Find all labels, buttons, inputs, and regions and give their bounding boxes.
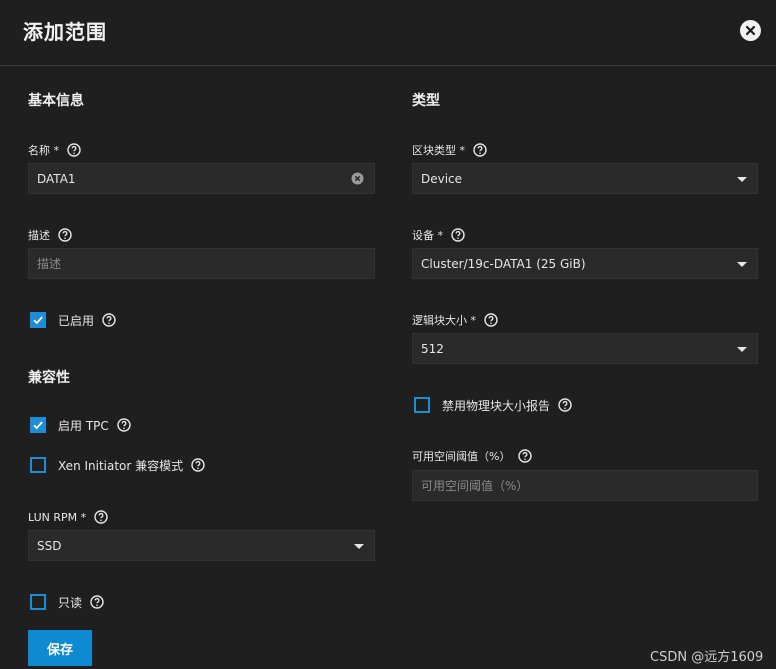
help-icon[interactable] <box>558 398 572 412</box>
name-field[interactable] <box>28 163 375 194</box>
xen-option[interactable]: Xen Initiator 兼容模式 <box>30 456 205 474</box>
logical-block-size-field-label: 逻辑块大小 * <box>412 312 498 328</box>
available-space-threshold-label-text: 可用空间阈值（%） <box>412 450 511 463</box>
extent-type-label-text: 区块类型 * <box>412 144 465 157</box>
help-icon[interactable] <box>94 510 108 524</box>
device-select[interactable]: Cluster/19c-DATA1 (25 GiB) <box>412 248 758 279</box>
name-field-label: 名称 * <box>28 142 81 158</box>
dialog-header: 添加范围 <box>0 0 776 66</box>
enabled-label: 已启用 <box>58 313 95 328</box>
help-icon[interactable] <box>102 313 116 327</box>
lun-rpm-label-text: LUN RPM * <box>28 510 87 524</box>
help-icon[interactable] <box>191 458 205 472</box>
enabled-option[interactable]: 已启用 <box>30 311 116 329</box>
enabled-checkbox[interactable] <box>30 312 46 328</box>
lun-rpm-select[interactable]: SSD <box>28 530 375 561</box>
extent-type-value: Device <box>421 172 463 186</box>
clear-icon[interactable] <box>351 172 364 185</box>
logical-block-size-select[interactable]: 512 <box>412 333 758 364</box>
compat-section-title: 兼容性 <box>28 370 70 386</box>
type-section-title: 类型 <box>412 93 440 109</box>
available-space-threshold-field[interactable] <box>412 470 758 501</box>
caret-down-icon <box>737 177 747 182</box>
disable-physical-block-label: 禁用物理块大小报告 <box>442 398 551 413</box>
readonly-option[interactable]: 只读 <box>30 593 104 611</box>
add-extent-dialog: 添加范围 基本信息 名称 * 描述 已启用 <box>0 0 776 669</box>
logical-block-size-label-text: 逻辑块大小 * <box>412 314 476 327</box>
available-space-threshold-input[interactable] <box>413 471 757 500</box>
dialog-title: 添加范围 <box>23 20 107 44</box>
logical-block-size-value: 512 <box>421 342 444 356</box>
help-icon[interactable] <box>451 228 465 242</box>
tpc-checkbox[interactable] <box>30 417 46 433</box>
caret-down-icon <box>354 544 364 549</box>
save-button[interactable]: 保存 <box>28 630 92 666</box>
help-icon[interactable] <box>518 449 533 463</box>
help-icon[interactable] <box>67 143 81 157</box>
help-icon[interactable] <box>473 143 487 157</box>
description-label-text: 描述 <box>28 229 50 242</box>
basic-info-section-title: 基本信息 <box>28 93 84 109</box>
disable-physical-block-option[interactable]: 禁用物理块大小报告 <box>414 396 572 414</box>
device-field-label: 设备 * <box>412 227 465 243</box>
tpc-label: 启用 TPC <box>58 418 109 433</box>
available-space-threshold-field-label: 可用空间阈值（%） <box>412 448 533 464</box>
readonly-label: 只读 <box>58 595 83 610</box>
device-label-text: 设备 * <box>412 229 443 242</box>
caret-down-icon <box>737 347 747 352</box>
xen-label: Xen Initiator 兼容模式 <box>58 458 184 473</box>
tpc-option[interactable]: 启用 TPC <box>30 416 131 434</box>
description-field[interactable] <box>28 248 375 279</box>
lun-rpm-value: SSD <box>37 539 62 553</box>
help-icon[interactable] <box>58 228 72 242</box>
disable-physical-block-checkbox[interactable] <box>414 397 430 413</box>
name-input[interactable] <box>29 164 374 193</box>
device-value: Cluster/19c-DATA1 (25 GiB) <box>421 257 586 271</box>
watermark: CSDN @远方1609 <box>650 650 764 665</box>
extent-type-field-label: 区块类型 * <box>412 142 487 158</box>
lun-rpm-field-label: LUN RPM * <box>28 510 108 524</box>
help-icon[interactable] <box>117 418 131 432</box>
extent-type-select[interactable]: Device <box>412 163 758 194</box>
readonly-checkbox[interactable] <box>30 594 46 610</box>
description-field-label: 描述 <box>28 227 72 243</box>
description-input[interactable] <box>29 249 374 278</box>
name-label-text: 名称 * <box>28 144 59 157</box>
help-icon[interactable] <box>90 595 104 609</box>
xen-checkbox[interactable] <box>30 457 46 473</box>
help-icon[interactable] <box>484 313 498 327</box>
caret-down-icon <box>737 262 747 267</box>
close-icon[interactable] <box>740 20 761 41</box>
